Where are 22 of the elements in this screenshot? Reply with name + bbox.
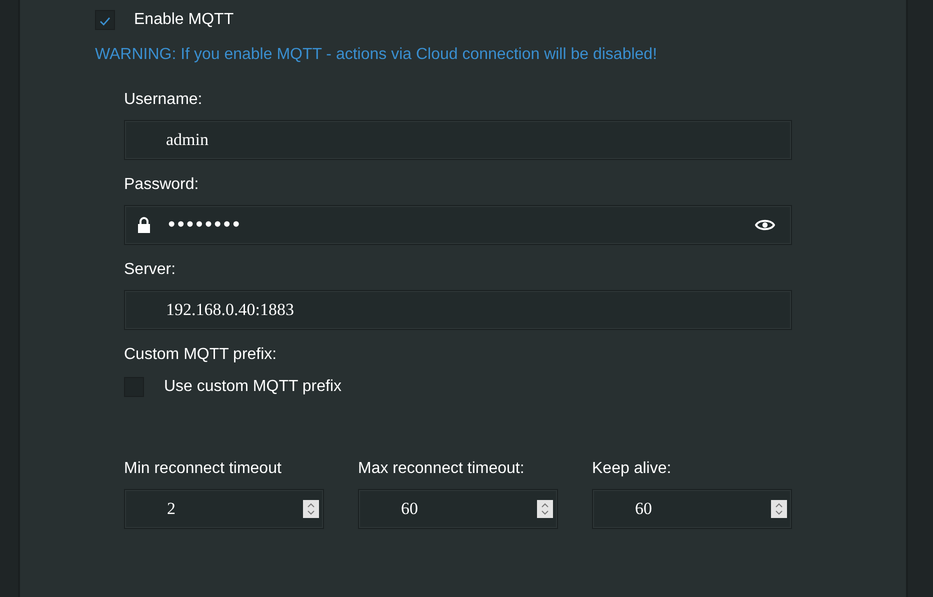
number-field[interactable]: 60: [592, 489, 792, 529]
number-field[interactable]: 60: [358, 489, 558, 529]
spinner-icon[interactable]: [303, 500, 319, 518]
field-label: Max reconnect timeout:: [358, 459, 526, 479]
show-password-icon[interactable]: [755, 218, 775, 232]
field-label: Min reconnect timeout: [124, 459, 282, 479]
checkbox-label: Use custom MQTT prefix: [164, 378, 342, 396]
warning-text: WARNING: If you enable MQTT - actions via Cloud connection will be disabled!: [95, 46, 658, 64]
password-field[interactable]: ••••••••: [124, 205, 792, 245]
number-field[interactable]: 2: [124, 489, 324, 529]
field-label: Keep alive:: [592, 459, 672, 479]
field-label: Password:: [124, 175, 200, 195]
field-label: Username:: [124, 90, 204, 110]
input-field[interactable]: 192.168.0.40:1883: [124, 290, 792, 330]
spinner-icon[interactable]: [771, 500, 787, 518]
checkbox-label: Enable MQTT: [134, 11, 234, 29]
field-label: Custom MQTT prefix:: [124, 345, 278, 365]
checkbox[interactable]: [95, 10, 115, 30]
field-label: Server:: [124, 260, 177, 280]
input-field[interactable]: admin: [124, 120, 792, 160]
lock-icon: [137, 216, 151, 234]
spinner-icon[interactable]: [537, 500, 553, 518]
